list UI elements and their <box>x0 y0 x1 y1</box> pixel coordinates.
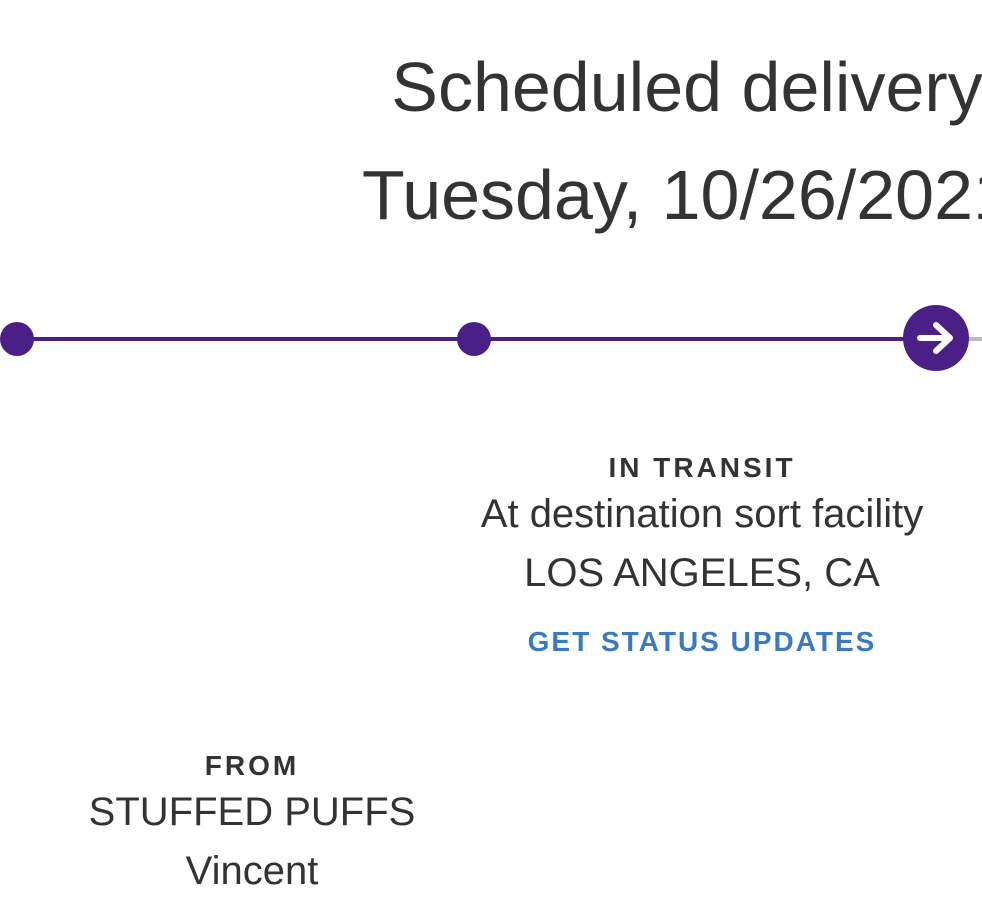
status-label: IN TRANSIT <box>608 452 796 483</box>
scheduled-delivery-heading: Scheduled delivery <box>391 48 982 126</box>
sender-city: Vincent <box>185 849 319 893</box>
step-dot-label-created <box>0 322 34 356</box>
arrow-right-icon <box>903 305 969 371</box>
sender-company: STUFFED PUFFS <box>88 790 416 834</box>
shipment-progress-bar <box>0 300 982 380</box>
scheduled-delivery-date: Tuesday, 10/26/2021 <box>362 156 982 234</box>
current-status-block: IN TRANSIT At destination sort facility … <box>402 452 982 658</box>
from-label: FROM <box>204 750 300 781</box>
step-dot-picked-up <box>457 322 491 356</box>
status-location: LOS ANGELES, CA <box>524 551 880 595</box>
sender-block: FROM STUFFED PUFFS Vincent <box>0 750 504 894</box>
get-status-updates-link[interactable]: GET STATUS UPDATES <box>528 626 877 658</box>
progress-track <box>0 305 982 371</box>
status-description: At destination sort facility <box>480 492 924 536</box>
tracking-page: Scheduled delivery Tuesday, 10/26/2021 I… <box>0 0 982 916</box>
